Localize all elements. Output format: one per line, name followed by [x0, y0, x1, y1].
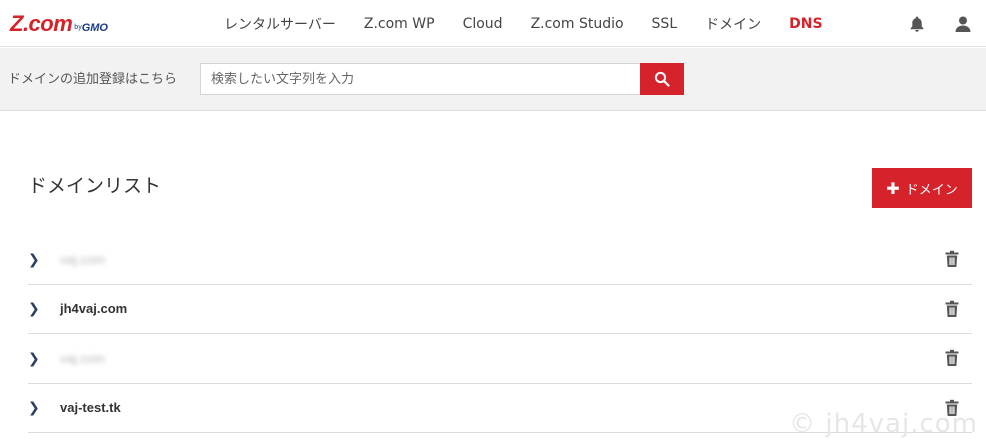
domain-name: vaj-test.tk [60, 400, 121, 416]
domain-row[interactable]: ❯ vaj.com [28, 334, 972, 384]
search-icon [654, 71, 670, 87]
nav-item[interactable]: Z.com Studio [531, 16, 624, 32]
nav-item[interactable]: SSL [652, 16, 678, 32]
domain-search-bar: ドメインの追加登録はこちら [0, 48, 986, 111]
domain-row[interactable]: ❯ vaj.com [28, 235, 972, 285]
page-title: ドメインリスト [28, 175, 162, 197]
watermark: © jh4vaj.com [789, 409, 978, 439]
chevron-right-icon[interactable]: ❯ [28, 251, 46, 268]
search-button[interactable] [640, 63, 684, 95]
plus-icon: ✚ [886, 178, 900, 198]
chevron-right-icon[interactable]: ❯ [28, 399, 46, 416]
nav-item[interactable]: ドメイン [705, 14, 761, 34]
trash-icon[interactable] [944, 349, 960, 367]
add-domain-label: ドメイン [905, 182, 958, 198]
search-label: ドメインの追加登録はこちら [8, 72, 178, 87]
nav-item[interactable]: Cloud [463, 16, 503, 32]
user-icon[interactable] [940, 0, 986, 47]
search-input[interactable] [200, 63, 641, 95]
trash-icon[interactable] [944, 250, 960, 268]
nav-icons [894, 0, 986, 47]
logo-main-text: Z.com [10, 11, 73, 36]
chevron-right-icon[interactable]: ❯ [28, 300, 46, 317]
logo-gmo-text: GMO [81, 22, 108, 34]
bell-icon[interactable] [894, 0, 940, 47]
domain-row[interactable]: ❯ jh4vaj.com [28, 285, 972, 334]
nav-item[interactable]: レンタルサーバー [224, 14, 336, 34]
trash-icon[interactable] [944, 300, 960, 318]
top-nav: Z.com by GMO レンタルサーバー Z.com WP Cloud Z.com … [0, 0, 986, 47]
main-nav: レンタルサーバー Z.com WP Cloud Z.com Studio SSL ドメイン… [210, 0, 837, 47]
nav-item[interactable]: Z.com WP [364, 16, 435, 32]
domain-name: vaj.com [60, 251, 105, 267]
zcom-logo[interactable]: Z.com by GMO [10, 11, 108, 35]
domain-name: vaj.com [60, 350, 105, 366]
add-domain-button[interactable]: ✚ ドメイン [872, 168, 972, 208]
domain-name: jh4vaj.com [60, 301, 128, 317]
chevron-right-icon[interactable]: ❯ [28, 350, 46, 367]
nav-item[interactable]: DNS [789, 16, 822, 32]
logo-by-text: by [74, 24, 82, 31]
domain-list: ❯ vaj.com ❯ jh4vaj.com ❯ vaj.com ❯ vaj-test.tk [28, 235, 972, 433]
